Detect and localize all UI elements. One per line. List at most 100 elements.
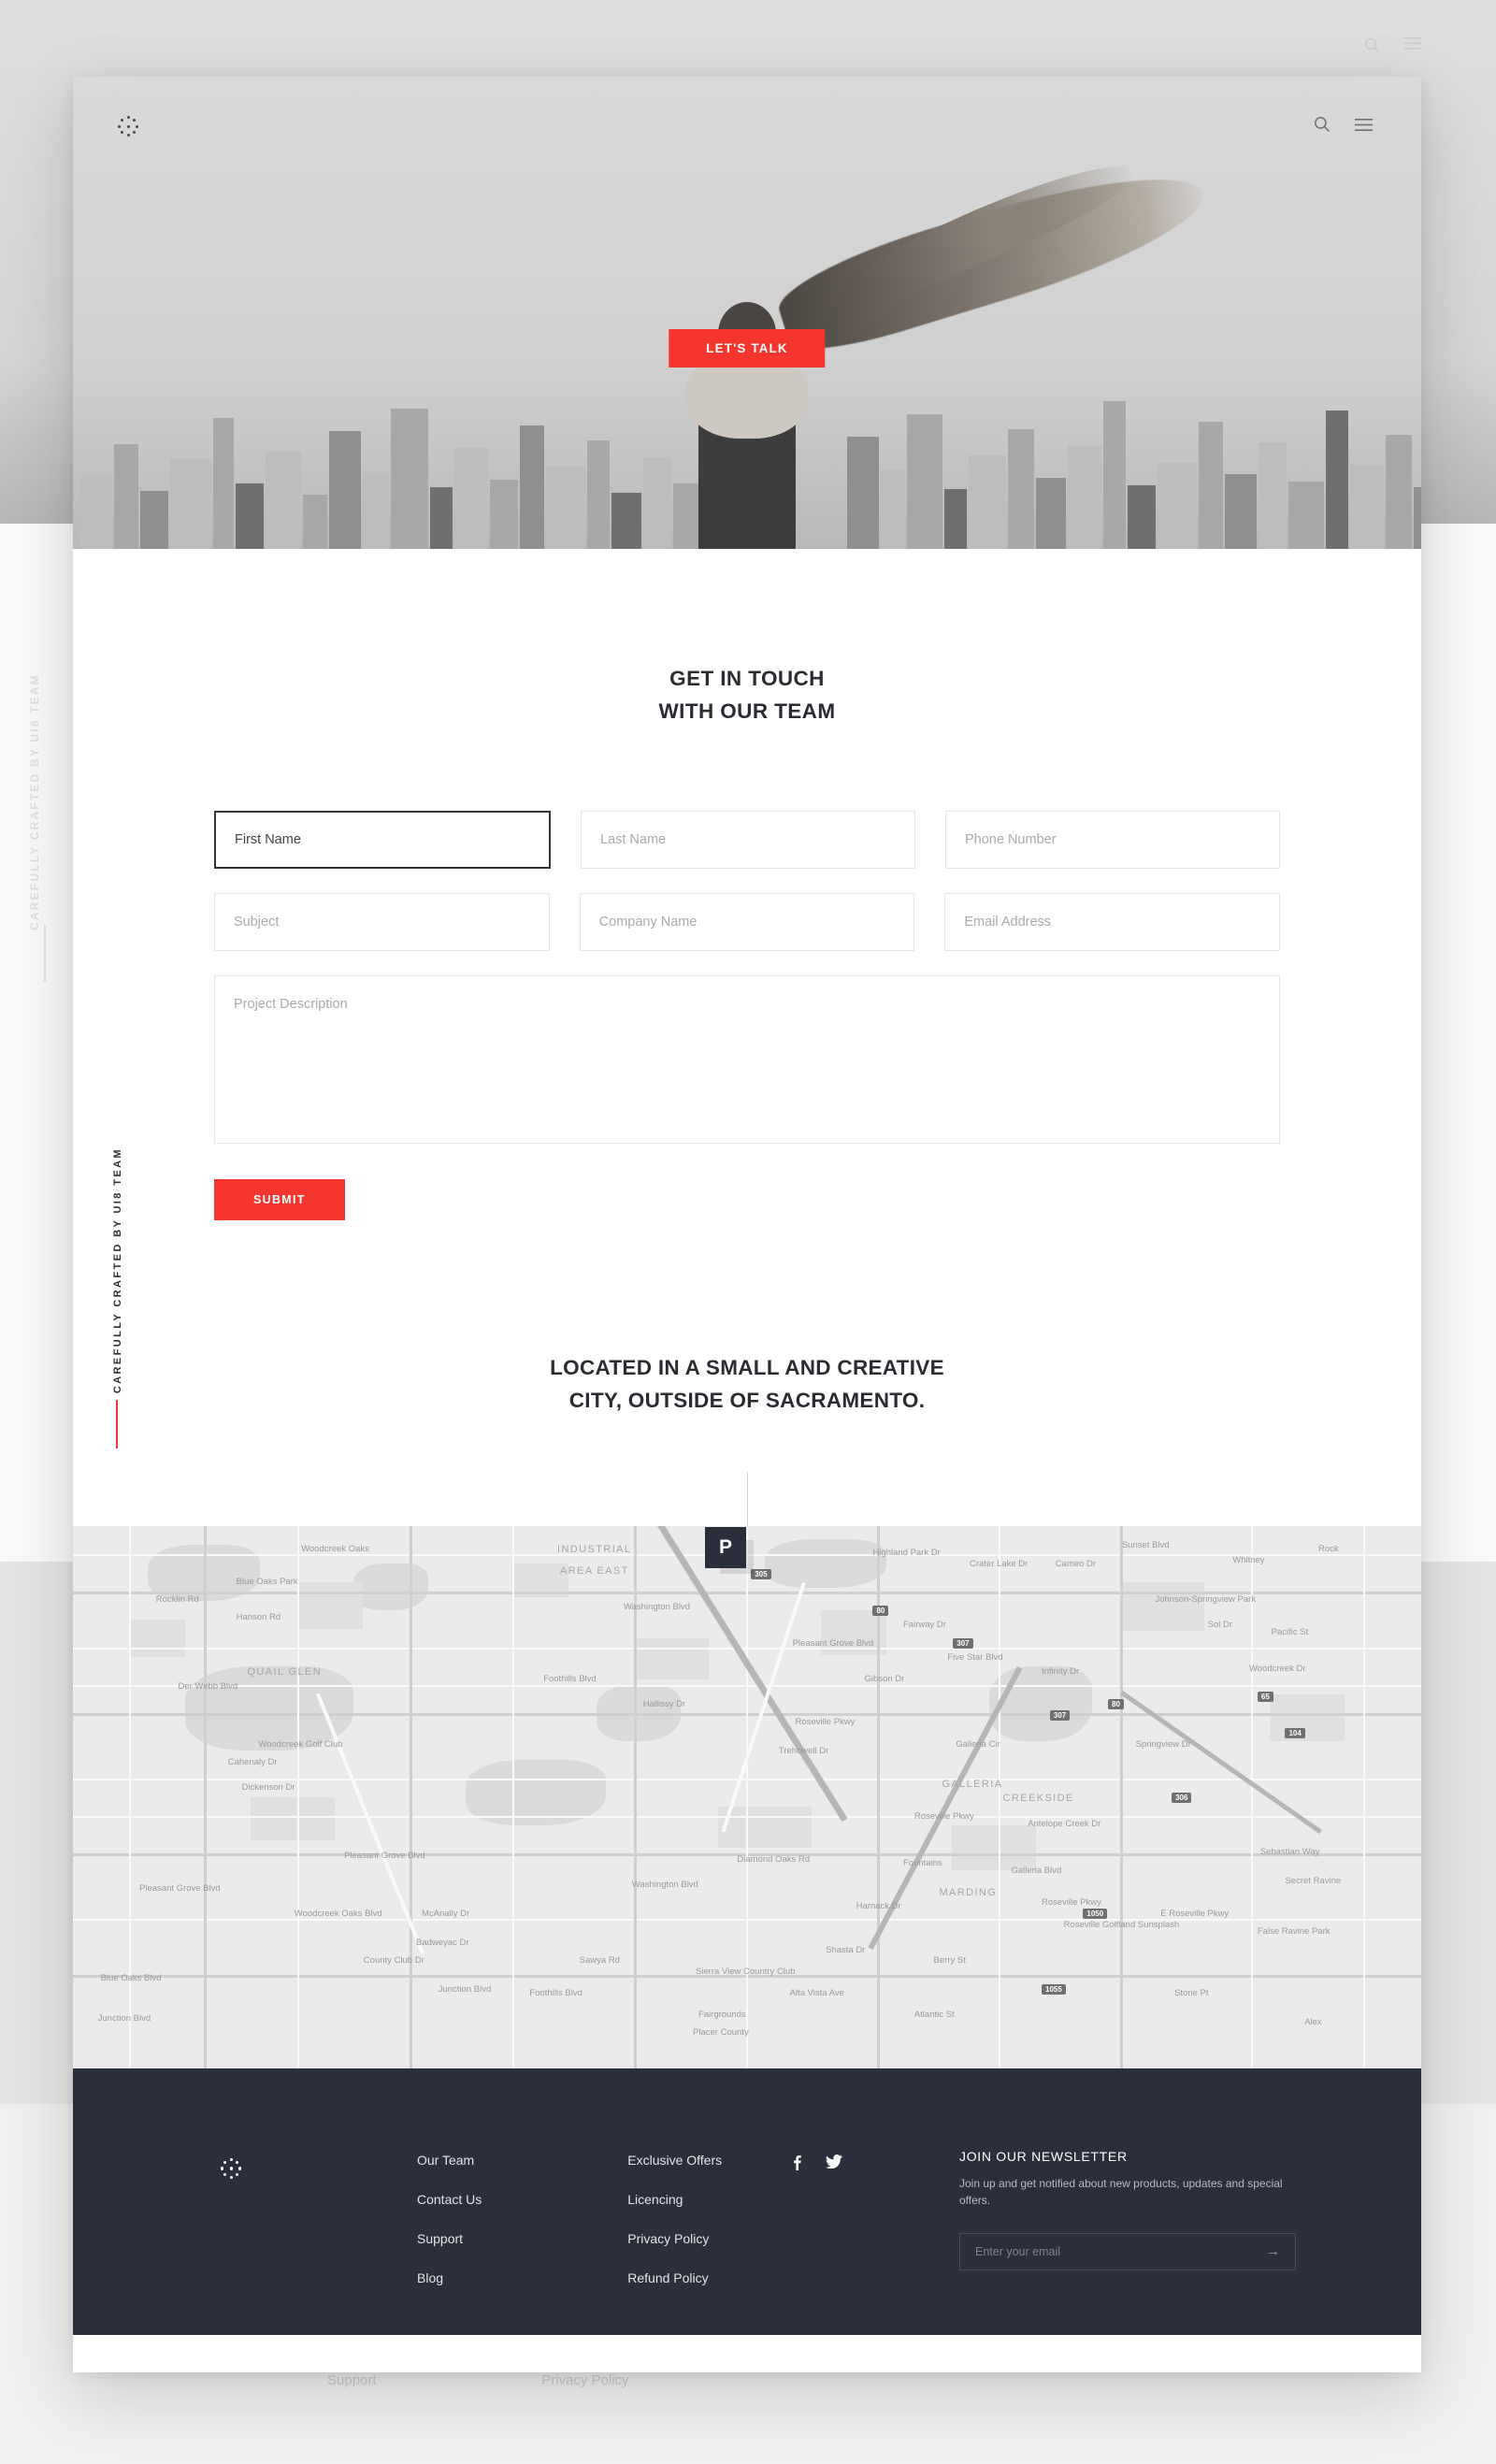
email-address-placeholder: Email Address [964,914,1052,929]
map-label: Woodcreek Dr [1249,1663,1306,1674]
first-name-input[interactable]: First Name [214,810,551,869]
header-nav [1314,116,1373,133]
map-label: Gibson Dr [864,1674,905,1685]
map-label: Infinity Dr [1042,1666,1080,1678]
lets-talk-button[interactable]: LET'S TALK [669,329,826,367]
map-label: Cahenaly Dr [227,1756,278,1767]
map-route-shield: 307 [953,1637,973,1649]
hamburger-menu-icon [1404,37,1421,50]
map-label: Alta Vista Ave [789,1987,844,1998]
company-name-input[interactable]: Company Name [579,892,915,951]
map-label: Roseville Pkwy [1042,1897,1101,1909]
map-label: Der Webb Blvd [178,1680,238,1692]
footer-link-exclusive-offers[interactable]: Exclusive Offers [627,2153,722,2168]
newsletter-section: JOIN OUR NEWSLETTER Join up and get noti… [959,2149,1296,2270]
map-label: QUAIL GLEN [247,1666,323,1679]
map-route-shield: 1055 [1042,1984,1066,1996]
form-row: Subject Company Name Email Address [214,892,1281,951]
newsletter-email-input[interactable]: Enter your email → [959,2232,1296,2270]
map-label: Woodcreek Oaks [301,1544,369,1555]
subject-input[interactable]: Subject [214,892,550,951]
map-label: Five Star Blvd [947,1651,1003,1663]
twitter-icon[interactable] [826,2154,842,2173]
subject-placeholder: Subject [234,914,280,929]
footer-social [793,2154,842,2173]
footer-link-blog[interactable]: Blog [417,2270,482,2285]
map-label: Atlantic St [913,2010,955,2021]
zigzag-divider [712,549,782,635]
location-title-line1: LOCATED IN A SMALL AND CREATIVE [550,1355,944,1379]
search-icon[interactable] [1314,116,1331,133]
hamburger-menu-icon[interactable] [1355,118,1373,131]
contact-section: CAREFULLY CRAFTED BY UI8 TEAM GET IN TOU… [73,549,1421,1526]
phone-number-placeholder: Phone Number [965,831,1057,847]
footer-column-1: Our Team Contact Us Support Blog [417,2153,482,2285]
map-label: Hallissy Dr [642,1699,686,1710]
location-map[interactable]: Blue Oaks Park Woodcreek Oaks INDUSTRIAL AR… [73,1525,1421,2068]
footer-link-our-team[interactable]: Our Team [417,2153,482,2168]
map-label: Washington Blvd [624,1601,690,1612]
newsletter-title: JOIN OUR NEWSLETTER [959,2148,1128,2164]
map-label: Highland Park Dr [872,1548,941,1558]
form-row: First Name Last Name Phone Number [214,810,1280,869]
facebook-icon[interactable] [793,2154,801,2173]
map-canvas [73,1525,1421,2068]
ghost-link: Support [327,2372,377,2388]
footer-link-support[interactable]: Support [417,2231,482,2246]
map-label: E Roseville Pkwy [1160,1909,1230,1919]
map-label: Trehowell Dr [778,1746,829,1757]
map-label: Crater Lake Dr [970,1558,1028,1569]
map-label: Roseville Pkwy [913,1810,974,1822]
map-label: Fairgrounds [698,2010,746,2021]
last-name-input[interactable]: Last Name [581,810,915,869]
map-label: Junction Blvd [438,1984,492,1996]
first-name-value: First Name [235,831,301,847]
map-label: Roseville Golfland Sunsplash [1063,1919,1180,1930]
map-label: Foothills Blvd [529,1987,583,1998]
map-label: Rocklin Rd [155,1594,199,1606]
newsletter-placeholder: Enter your email [975,2244,1061,2258]
footer-link-licencing[interactable]: Licencing [627,2192,722,2207]
map-label: False Ravine Park [1257,1926,1331,1938]
map-label: Dickenson Dr [241,1781,295,1793]
map-label: County Club Dr [363,1955,424,1967]
footer-link-privacy-policy[interactable]: Privacy Policy [627,2231,722,2246]
submit-button[interactable]: SUBMIT [214,1178,345,1220]
map-label: Sebastian Way [1259,1847,1320,1858]
map-label: Pleasant Grove Blvd [792,1637,874,1649]
hero-section: LET'S TALK [73,77,1421,549]
ghost-link: Privacy Policy [541,2372,629,2388]
map-label: Alex [1304,2016,1322,2027]
map-label: Sawya Rd [579,1955,620,1967]
map-label: AREA EAST [559,1565,629,1578]
map-marker-parking[interactable]: P [705,1526,746,1568]
map-label: Whitney [1232,1554,1265,1565]
section-title-line2: WITH OUR TEAM [658,699,836,723]
ghost-side-label: CAREFULLY CRAFTED BY UI8 TEAM [28,673,41,930]
map-label: Antelope Creek Dr [1028,1818,1101,1829]
side-accent-line [116,1400,118,1448]
map-label: Rock [1318,1544,1339,1555]
map-label: Berry St [933,1955,966,1967]
map-route-shield: 65 [1257,1692,1273,1703]
location-title-line2: CITY, OUTSIDE OF SACRAMENTO. [568,1389,926,1413]
ghost-header-icons [1364,37,1421,53]
section-title-line1: GET IN TOUCH [669,667,825,690]
map-label: INDUSTRIAL [557,1544,632,1556]
map-label: Springview Dr [1135,1738,1191,1750]
email-address-input[interactable]: Email Address [944,892,1281,951]
footer-link-contact-us[interactable]: Contact Us [417,2192,482,2207]
map-label: Badweyac Dr [416,1937,469,1948]
footer-link-refund-policy[interactable]: Refund Policy [627,2270,722,2285]
arrow-right-icon[interactable]: → [1266,2243,1280,2259]
map-label: Sierra View Country Club [696,1966,796,1977]
project-description-textarea[interactable]: Project Description [214,974,1280,1144]
search-icon [1364,37,1379,52]
phone-number-input[interactable]: Phone Number [945,810,1280,869]
map-label: Pleasant Grove Blvd [344,1851,425,1862]
location-title: LOCATED IN A SMALL AND CREATIVE CITY, OU… [73,1351,1421,1418]
company-name-placeholder: Company Name [598,914,698,929]
footer-links: Our Team Contact Us Support Blog Exclusi… [417,2153,722,2285]
map-label: Blue Oaks Park [236,1576,298,1587]
map-label: Foothills Blvd [543,1674,597,1685]
